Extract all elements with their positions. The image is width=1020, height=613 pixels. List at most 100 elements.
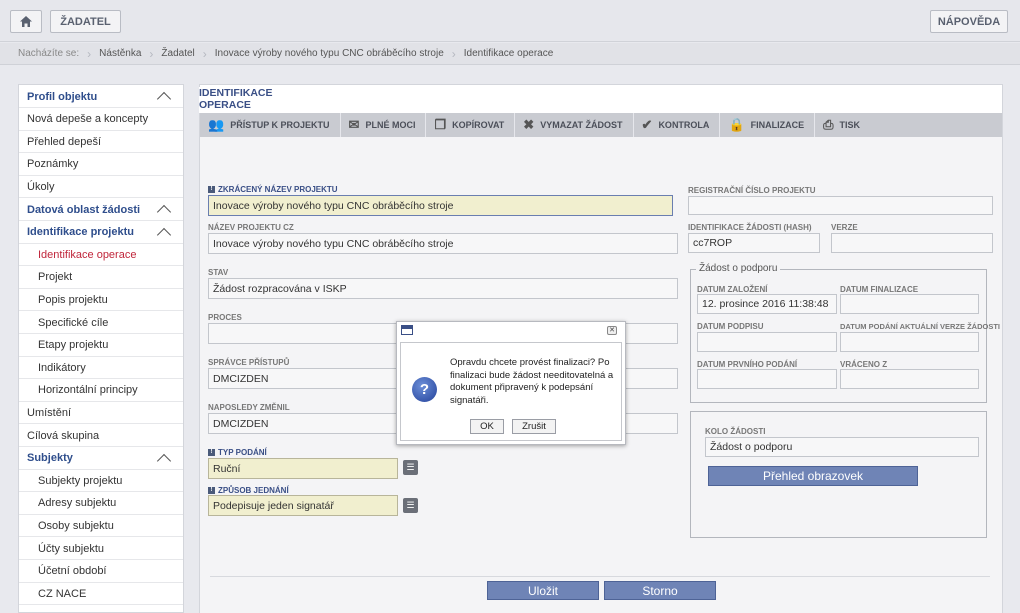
- returned-label: VRÁCENO Z: [840, 360, 888, 369]
- sidebar-item-label: Horizontální principy: [38, 384, 138, 397]
- version-field[interactable]: [831, 233, 993, 253]
- breadcrumb: Nacházíte se: › Nástěnka › Žadatel › Ino…: [0, 43, 1020, 65]
- sidebar-item[interactable]: Subjekty: [19, 448, 183, 470]
- list-picker-button[interactable]: ☰: [403, 498, 418, 513]
- submission-type-field[interactable]: Ruční: [208, 458, 398, 479]
- dialog-close-button[interactable]: ✕: [607, 326, 617, 335]
- sidebar-item[interactable]: Účetní období: [19, 561, 183, 583]
- finalize-button[interactable]: 🔒 FINALIZACE: [720, 113, 816, 137]
- sidebar-item[interactable]: Projekt: [19, 267, 183, 289]
- close-icon: ✕: [609, 327, 615, 334]
- latest-submit-field[interactable]: [840, 332, 979, 352]
- sidebar-item[interactable]: CZ NACE: [19, 583, 183, 606]
- sidebar-item-label: Účty subjektu: [38, 542, 105, 555]
- sidebar-item[interactable]: Osoby subjektu: [19, 515, 183, 538]
- sidebar-item[interactable]: Specifické cíle: [19, 312, 183, 334]
- first-submit-label: DATUM PRVNÍHO PODÁNÍ: [697, 360, 798, 369]
- signed-field[interactable]: [697, 332, 837, 352]
- sidebar-item-label: Adresy subjektu: [38, 497, 117, 510]
- breadcrumb-applicant[interactable]: Žadatel: [153, 43, 202, 65]
- sidebar-item[interactable]: Přehled depeší: [19, 131, 183, 154]
- delete-request-button[interactable]: ✖ VYMAZAT ŽÁDOST: [515, 113, 634, 137]
- hash-label: IDENTIFIKACE ŽÁDOSTI (HASH): [688, 223, 812, 232]
- sidebar-item[interactable]: Identifikace operace: [19, 244, 183, 267]
- sidebar-item-label: Účetní období: [38, 565, 107, 578]
- sidebar-item[interactable]: Profil objektu: [19, 86, 183, 108]
- sidebar-item[interactable]: Horizontální principy: [19, 380, 183, 402]
- sidebar-item-label: Profil objektu: [27, 90, 98, 103]
- copy-button[interactable]: ❐ KOPÍROVAT: [426, 113, 516, 137]
- copy-label: KOPÍROVAT: [452, 120, 505, 130]
- list-picker-button[interactable]: ☰: [403, 460, 418, 475]
- sidebar-item[interactable]: Adresy subjektu: [19, 493, 183, 515]
- submission-type-label: ! TYP PODÁNÍ: [208, 448, 267, 457]
- sidebar-item[interactable]: Subjekty projektu: [19, 470, 183, 493]
- power-of-attorney-button[interactable]: ✉ PLNÉ MOCI: [341, 113, 427, 137]
- sidebar-item-label: Osoby subjektu: [38, 519, 114, 532]
- sidebar-item-label: Umístění: [27, 406, 72, 419]
- reg-no-field[interactable]: [688, 196, 993, 215]
- sidebar-item[interactable]: Datová oblast žádosti: [19, 199, 183, 221]
- chevron-up-icon: [156, 227, 172, 242]
- breadcrumb-dashboard[interactable]: Nástěnka: [91, 43, 149, 65]
- sidebar-item[interactable]: Etapy projektu: [19, 335, 183, 357]
- window-icon: [401, 325, 413, 335]
- round-field[interactable]: Žádost o podporu: [705, 437, 979, 457]
- ok-button[interactable]: OK: [470, 419, 504, 434]
- sidebar-item[interactable]: Úkoly: [19, 176, 183, 199]
- chevron-up-icon: [156, 453, 172, 468]
- save-button[interactable]: Uložit: [487, 581, 599, 600]
- access-button[interactable]: 👥 PŘÍSTUP K PROJEKTU: [200, 113, 341, 137]
- sidebar-item[interactable]: Nová depeše a koncepty: [19, 109, 183, 131]
- returned-field[interactable]: [840, 369, 979, 389]
- sidebar-item[interactable]: Účty subjektu: [19, 538, 183, 560]
- state-field[interactable]: Žádost rozpracována v ISKP: [208, 278, 678, 299]
- sidebar-item[interactable]: Poznámky: [19, 154, 183, 176]
- envelope-icon: ✉: [348, 117, 360, 132]
- sidebar-item[interactable]: Identifikace projektu: [19, 222, 183, 244]
- acting-label: ! ZPŮSOB JEDNÁNÍ: [208, 486, 289, 495]
- check-label: KONTROLA: [658, 120, 710, 130]
- finalized-label: DATUM FINALIZACE: [840, 285, 919, 294]
- people-icon: 👥: [208, 117, 225, 132]
- home-icon: [20, 16, 32, 27]
- help-button[interactable]: NÁPOVĚDA: [930, 10, 1008, 33]
- breadcrumb-current: Identifikace operace: [463, 48, 554, 59]
- breadcrumb-prefix: Nacházíte se:: [18, 48, 80, 59]
- state-label: STAV: [208, 268, 229, 277]
- sidebar-item-label: Etapy projektu: [38, 339, 109, 352]
- first-submit-field[interactable]: [697, 369, 837, 389]
- acting-field[interactable]: Podepisuje jeden signatář: [208, 495, 398, 516]
- sidebar-item-label: Cílová skupina: [27, 429, 100, 442]
- sidebar-item[interactable]: Umístění: [19, 402, 183, 425]
- sidebar-item-label: Indikátory: [38, 361, 86, 374]
- sidebar-item[interactable]: Cílová skupina: [19, 425, 183, 447]
- sidebar-item-label: Identifikace projektu: [27, 226, 134, 239]
- print-button[interactable]: ⎙ TISK: [815, 113, 870, 137]
- sidebar-item-label: Popis projektu: [38, 293, 108, 306]
- sidebar-item[interactable]: Indikátory: [19, 357, 183, 380]
- check-button[interactable]: ✔ KONTROLA: [634, 113, 721, 137]
- created-field[interactable]: 12. prosince 2016 11:38:48: [697, 294, 837, 314]
- sidebar-item-label: CZ NACE: [38, 587, 87, 600]
- cancel-button[interactable]: Storno: [604, 581, 716, 600]
- name-cz-field[interactable]: Inovace výroby nového typu CNC obráběcíh…: [208, 233, 678, 254]
- printer-icon: ⎙: [823, 117, 834, 132]
- sidebar-item[interactable]: Popis projektu: [19, 289, 183, 312]
- short-name-input[interactable]: Inovace výroby nového typu CNC obráběcíh…: [208, 195, 673, 216]
- hash-field[interactable]: cc7ROP: [688, 233, 820, 253]
- chevron-up-icon: [156, 91, 172, 107]
- finalize-label: FINALIZACE: [750, 120, 805, 130]
- breadcrumb-project[interactable]: Inovace výroby nového typu CNC obráběcíh…: [207, 43, 452, 65]
- divider: [210, 576, 990, 577]
- finalized-field[interactable]: [840, 294, 979, 314]
- power-label: PLNÉ MOCI: [365, 120, 416, 130]
- home-button[interactable]: [10, 10, 42, 33]
- applicant-button[interactable]: ŽADATEL: [50, 10, 121, 33]
- tab-identifikace-operace[interactable]: IDENTIFIKACE OPERACE: [199, 87, 319, 113]
- dialog-cancel-button[interactable]: Zrušit: [512, 419, 556, 434]
- screens-overview-button[interactable]: Přehled obrazovek: [708, 466, 918, 486]
- sidebar-item-label: Specifické cíle: [38, 316, 109, 329]
- support-request-legend: Žádost o podporu: [696, 263, 781, 274]
- sidebar-item-label: Datová oblast žádosti: [27, 203, 141, 216]
